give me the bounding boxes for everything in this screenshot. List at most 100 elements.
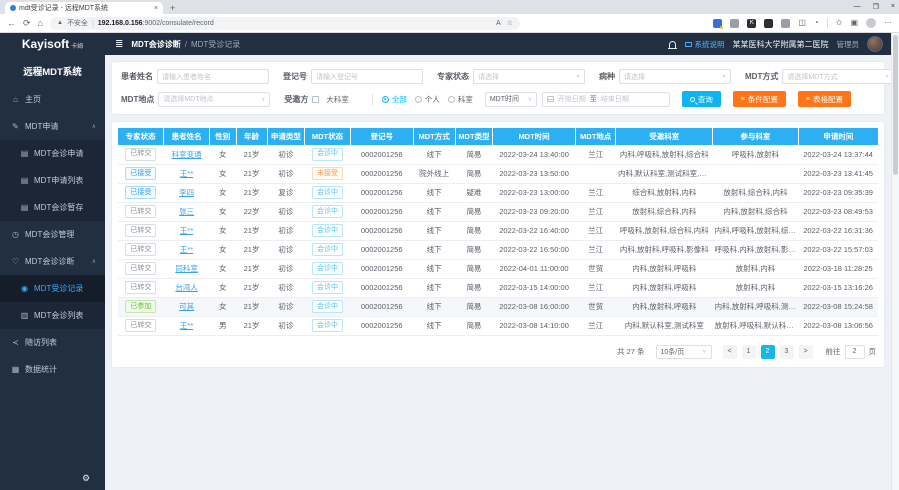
window-restore-icon[interactable]: ❐: [873, 3, 879, 11]
page-number-button[interactable]: 3: [780, 345, 794, 359]
search-button[interactable]: 查询: [682, 91, 721, 107]
patient-name-link[interactable]: 王**: [180, 169, 193, 178]
invitee-group: 受邀方 大科室: [284, 94, 349, 105]
sidebar-menu-item[interactable]: ✎ MDT申请 ∧: [0, 113, 105, 140]
condition-config-button[interactable]: ≡ 条件配置: [733, 91, 786, 107]
filter-input[interactable]: 请输入患者姓名 ∨: [157, 69, 269, 84]
radio-option[interactable]: 全部: [382, 94, 407, 105]
sidebar-menu-item[interactable]: ≺ 随访列表 ∧: [0, 329, 105, 356]
sidebar-collapse-icon[interactable]: ≣: [115, 39, 123, 50]
filter-label: 登记号: [283, 71, 307, 82]
notification-bell-icon[interactable]: [669, 41, 676, 48]
table-header-cell: 性别: [209, 128, 236, 145]
help-screen-icon: [685, 42, 692, 47]
window-minimize-icon[interactable]: —: [854, 3, 861, 10]
extension-icon[interactable]: K: [747, 19, 756, 28]
sidebar-menu-item[interactable]: ◷ MDT会诊管理 ∧: [0, 221, 105, 248]
radio-option[interactable]: 个人: [415, 94, 440, 105]
sidebar-menu-item[interactable]: ▦ 数据统计 ∧: [0, 356, 105, 383]
mdt-type-cell: 简易: [455, 278, 493, 297]
favorites-icon[interactable]: ✩: [836, 19, 843, 27]
page-number-button[interactable]: 1: [742, 345, 756, 359]
table-config-button[interactable]: ≡ 表格配置: [798, 91, 851, 107]
home-icon[interactable]: ⌂: [38, 19, 43, 28]
split-screen-icon[interactable]: ◫: [798, 19, 806, 27]
more-menu-icon[interactable]: ⋯: [884, 19, 892, 27]
patient-name-link[interactable]: 李四: [179, 188, 194, 197]
patient-name-link[interactable]: 台湾人: [175, 283, 198, 292]
mdt-place-cell: 兰江: [575, 278, 616, 297]
extension-icon[interactable]: [764, 19, 773, 28]
sidebar-menu-item[interactable]: ◉ MDT受诊记录 ∧: [0, 275, 105, 302]
reg-no-cell: 0002001256: [350, 164, 413, 183]
filter-input[interactable]: 请选择 ∨: [619, 69, 731, 84]
invited-depts-cell: 综合科,放射科,内科: [616, 183, 713, 202]
copilot-icon[interactable]: ◔: [814, 19, 819, 27]
address-bar[interactable]: ▲ 不安全 | 192.168.0.156:9002/consulate/rec…: [50, 17, 520, 30]
read-aloud-icon[interactable]: A: [496, 20, 501, 27]
patient-name-link[interactable]: 王**: [180, 245, 193, 254]
patient-name-link[interactable]: 科室变通: [172, 150, 202, 159]
sidebar-menu-item[interactable]: ▤ MDT申请列表 ∧: [0, 167, 105, 194]
patient-name-link[interactable]: 同科室: [175, 264, 198, 273]
filter-input[interactable]: 请输入登记号 ∨: [311, 69, 423, 84]
page-scrollbar[interactable]: [891, 33, 899, 490]
address-divider: |: [92, 20, 94, 27]
window-close-icon[interactable]: ×: [891, 3, 895, 10]
patient-name-link[interactable]: 王**: [180, 321, 193, 330]
page-size-select[interactable]: 10条/页 ∨: [656, 345, 712, 359]
pagination: 共 27 条 10条/页 ∨ < 123 > 前往 2 页: [118, 345, 878, 359]
user-avatar[interactable]: [867, 36, 883, 52]
apply-time-cell: 2022-03-23 09:35:39: [798, 183, 878, 202]
menu-item-label: MDT会诊列表: [34, 310, 83, 321]
date-range-picker[interactable]: 开始日期 至 结束日期: [542, 92, 670, 107]
new-tab-button[interactable]: +: [170, 3, 175, 13]
chevron-down-icon: ∨: [527, 96, 531, 102]
filter-label: 病种: [599, 71, 615, 82]
extension-icon[interactable]: [730, 19, 739, 28]
filter-placeholder: 请选择: [624, 72, 645, 82]
tab-close-icon[interactable]: ×: [154, 5, 158, 12]
big-dept-checkbox[interactable]: [312, 96, 319, 103]
sidebar-menu-item[interactable]: ▤ MDT会诊申请 ∧: [0, 140, 105, 167]
sidebar-menu-item[interactable]: ⌂ 主页 ∧: [0, 86, 105, 113]
collections-icon[interactable]: ▣: [850, 19, 858, 27]
date-end-placeholder: 结束日期: [601, 94, 629, 104]
scrollbar-thumb[interactable]: [893, 35, 898, 175]
system-help-link[interactable]: 系统说明: [685, 39, 725, 50]
filter-input[interactable]: 请选择MDT方式 ∨: [782, 69, 891, 84]
patient-name-link[interactable]: 王**: [180, 226, 193, 235]
time-type-select[interactable]: MDT时间 ∨: [485, 92, 537, 107]
chevron-down-icon: ∨: [885, 74, 889, 80]
sidebar-menu-item[interactable]: ▤ MDT会诊暂存 ∧: [0, 194, 105, 221]
reload-icon[interactable]: ⟳: [23, 19, 31, 28]
back-icon[interactable]: ←: [7, 19, 16, 28]
prev-page-button[interactable]: <: [723, 345, 737, 359]
extension-icon[interactable]: [781, 19, 790, 28]
page-number-button[interactable]: 2: [761, 345, 775, 359]
radio-option[interactable]: 科室: [448, 94, 473, 105]
mdt-mode-cell: 线下: [413, 240, 455, 259]
filter-label: MDT地点: [121, 94, 154, 105]
sidebar-menu-item[interactable]: ♡ MDT会诊诊断 ∧: [0, 248, 105, 275]
sidebar-menu-item[interactable]: ▥ MDT会诊列表 ∧: [0, 302, 105, 329]
favorite-star-icon[interactable]: ☆: [507, 19, 513, 27]
extension-icon[interactable]: [713, 19, 722, 28]
filter-input[interactable]: 请选择 ∨: [473, 69, 585, 84]
app-header: Kayisoft 卡姆 ≣ MDT会诊诊断 / MDT受诊记录 系统说明 某某医…: [0, 33, 891, 55]
patient-name-link[interactable]: 可其: [179, 302, 194, 311]
mdt-time-cell: 2022-03-22 16:50:00: [493, 240, 576, 259]
patient-name-link[interactable]: 张三: [179, 207, 194, 216]
browser-tab[interactable]: mdt受诊记录 - 远程MDT系统 ×: [5, 2, 163, 14]
breadcrumb-parent[interactable]: MDT会诊诊断: [131, 39, 180, 50]
apply-time-cell: 2022-03-22 16:31:36: [798, 221, 878, 240]
next-page-button[interactable]: >: [799, 345, 813, 359]
filter-field: 登记号 请输入登记号 ∨: [283, 69, 423, 84]
browser-profile-avatar[interactable]: [866, 18, 876, 28]
date-separator: 至: [590, 94, 597, 104]
goto-page-input[interactable]: 2: [845, 345, 865, 359]
table-row: 已转交 王** 女 21岁 初诊 会诊中 0002001256 线下 简易 20…: [118, 240, 878, 259]
mdt-place-select[interactable]: 请选择MDT地点 ∨: [158, 92, 270, 107]
settings-gear-icon[interactable]: ⚙: [82, 473, 90, 484]
browser-navbar: ← ⟳ ⌂ ▲ 不安全 | 192.168.0.156:9002/consula…: [0, 14, 899, 33]
